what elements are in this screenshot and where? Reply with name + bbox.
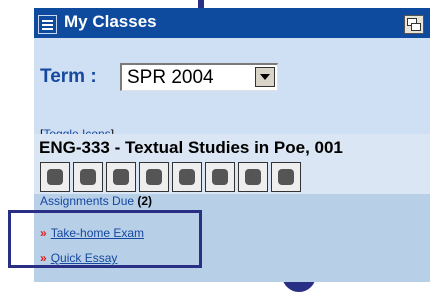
- assignments-count: (2): [137, 194, 153, 208]
- term-label: Term :: [40, 66, 97, 87]
- course-title: ENG-333 - Textual Studies in Poe, 001: [39, 138, 343, 157]
- tools-icon[interactable]: [106, 162, 136, 192]
- gradebook-icon[interactable]: [271, 162, 301, 192]
- term-select[interactable]: SPR 2004: [120, 63, 278, 91]
- highlight-box: [8, 210, 202, 268]
- folder-icon[interactable]: [139, 162, 169, 192]
- term-value: SPR 2004: [127, 67, 214, 88]
- portlet-title: My Classes: [64, 12, 157, 31]
- users-icon[interactable]: [73, 162, 103, 192]
- assignments-label: Assignments Due: [40, 194, 135, 208]
- portlet-header: My Classes: [34, 8, 430, 38]
- assignments-header: Assignments Due (2): [40, 194, 152, 208]
- book-icon[interactable]: [205, 162, 235, 192]
- chat-icon[interactable]: [172, 162, 202, 192]
- announcements-icon[interactable]: [40, 162, 70, 192]
- menu-icon[interactable]: [38, 15, 57, 34]
- chevron-down-icon[interactable]: [255, 67, 275, 87]
- assignment-icon[interactable]: [238, 162, 268, 192]
- window-icon[interactable]: [404, 15, 424, 34]
